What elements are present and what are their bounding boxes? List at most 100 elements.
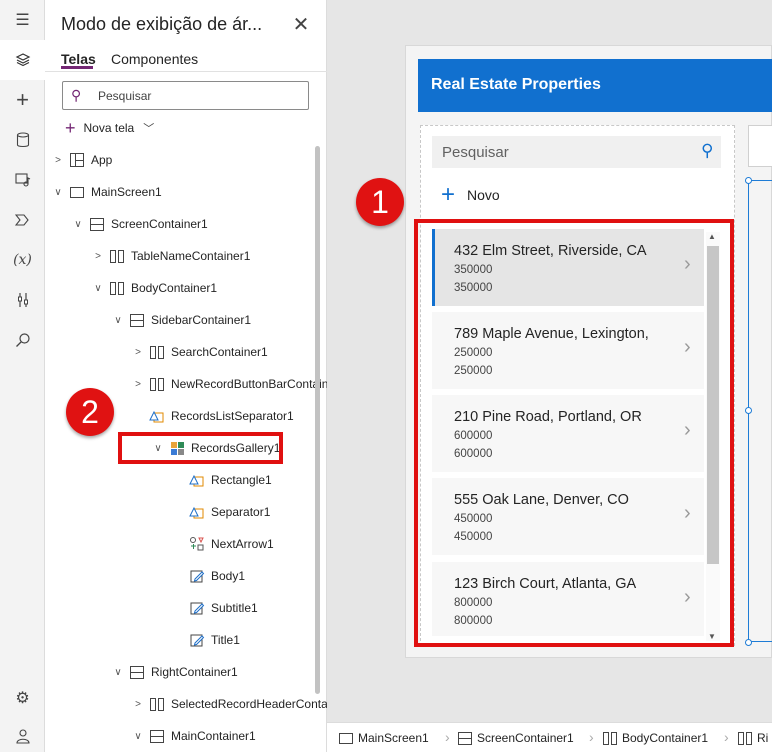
breadcrumb-label: ScreenContainer1 bbox=[477, 731, 574, 745]
breadcrumb: MainScreen1 › ScreenContainer1 › BodyCon… bbox=[327, 722, 772, 752]
tree-node-recordslistseparator[interactable]: RecordsListSeparator1 bbox=[131, 404, 294, 428]
tree-node-newrecordbuttonbar[interactable]: > NewRecordButtonBarContain bbox=[131, 372, 328, 396]
tree-view-panel: Modo de exibição de ár... ✕ Telas Compon… bbox=[45, 0, 328, 752]
search-placeholder: Pesquisar bbox=[98, 89, 152, 103]
horizontal-container-icon bbox=[89, 216, 105, 232]
chevron-right-icon[interactable]: > bbox=[131, 379, 145, 390]
breadcrumb-item[interactable]: MainScreen1 bbox=[339, 723, 429, 752]
node-label: RightContainer1 bbox=[151, 665, 238, 679]
tree-node-rightcontainer[interactable]: ∨ RightContainer1 bbox=[111, 660, 238, 684]
resize-handle[interactable] bbox=[745, 639, 752, 646]
vertical-container-icon bbox=[603, 731, 617, 745]
node-label: NextArrow1 bbox=[211, 537, 274, 551]
search-icon[interactable] bbox=[0, 320, 45, 360]
tree-node-bodycontainer[interactable]: ∨ BodyContainer1 bbox=[91, 276, 217, 300]
vertical-container-icon bbox=[149, 376, 165, 392]
app-header-title: Real Estate Properties bbox=[431, 76, 601, 93]
app-search-input[interactable]: Pesquisar ⚲ bbox=[432, 136, 721, 168]
node-label: Body1 bbox=[211, 569, 246, 583]
tree-search-input[interactable]: ⚲ Pesquisar bbox=[62, 81, 309, 110]
chevron-down-icon[interactable]: ∨ bbox=[71, 219, 85, 230]
vertical-container-icon bbox=[149, 696, 165, 712]
tree-node-separator[interactable]: Separator1 bbox=[171, 500, 270, 524]
edit-label-icon bbox=[189, 568, 205, 584]
plus-icon[interactable]: + bbox=[0, 80, 45, 120]
horizontal-container-icon bbox=[149, 728, 165, 744]
node-label: SidebarContainer1 bbox=[151, 313, 252, 327]
account-icon[interactable] bbox=[0, 716, 45, 752]
tree-node-sidebarcontainer[interactable]: ∨ SidebarContainer1 bbox=[111, 308, 251, 332]
tree-node-selectedrecordheader[interactable]: > SelectedRecordHeaderConta bbox=[131, 692, 328, 716]
tree-node-body[interactable]: Body1 bbox=[171, 564, 245, 588]
chevron-down-icon[interactable]: ∨ bbox=[111, 315, 125, 326]
node-label: MainContainer1 bbox=[171, 729, 256, 743]
chevron-right-icon: › bbox=[445, 729, 450, 745]
vertical-container-icon bbox=[738, 731, 752, 745]
shape-icon bbox=[189, 504, 205, 520]
screen-icon bbox=[339, 732, 353, 744]
tree-node-title[interactable]: Title1 bbox=[171, 628, 240, 652]
callout-badge-1: 1 bbox=[356, 178, 404, 226]
close-icon[interactable]: ✕ bbox=[291, 12, 311, 36]
new-record-label: Novo bbox=[467, 187, 500, 203]
node-label: TableNameContainer1 bbox=[131, 249, 251, 263]
tree-node-app[interactable]: > App bbox=[51, 148, 112, 172]
tree-node-rectangle[interactable]: Rectangle1 bbox=[171, 468, 272, 492]
tree-node-searchcontainer[interactable]: > SearchContainer1 bbox=[131, 340, 268, 364]
chevron-down-icon[interactable]: ∨ bbox=[51, 187, 65, 198]
breadcrumb-label: Ri bbox=[757, 731, 769, 745]
search-icon[interactable]: ⚲ bbox=[701, 141, 713, 161]
resize-handle[interactable] bbox=[745, 407, 752, 414]
chevron-down-icon[interactable]: ∨ bbox=[111, 667, 125, 678]
left-rail: ☰ + (x) ⚙ bbox=[0, 0, 45, 752]
icon-control-icon bbox=[189, 536, 205, 552]
node-label: App bbox=[91, 153, 113, 167]
tree-scrollbar[interactable] bbox=[315, 146, 320, 694]
panel-title: Modo de exibição de ár... bbox=[61, 14, 263, 34]
tree-node-mainscreen[interactable]: ∨ MainScreen1 bbox=[51, 180, 161, 204]
chevron-right-icon[interactable]: > bbox=[91, 251, 105, 262]
node-label: ScreenContainer1 bbox=[111, 217, 208, 231]
chevron-down-icon[interactable]: ﹀ bbox=[143, 120, 154, 136]
media-icon[interactable] bbox=[0, 160, 45, 200]
search-placeholder: Pesquisar bbox=[442, 144, 509, 161]
tab-screens[interactable]: Telas bbox=[61, 51, 96, 67]
edit-label-icon bbox=[189, 600, 205, 616]
vertical-container-icon bbox=[109, 280, 125, 296]
hamburger-icon[interactable]: ☰ bbox=[0, 0, 45, 40]
node-label: Subtitle1 bbox=[211, 601, 258, 615]
callout-badge-2: 2 bbox=[66, 388, 114, 436]
variable-icon[interactable]: (x) bbox=[0, 240, 45, 280]
chevron-right-icon[interactable]: > bbox=[131, 699, 145, 710]
node-label: RecordsListSeparator1 bbox=[171, 409, 294, 423]
tools-icon[interactable] bbox=[0, 280, 45, 320]
settings-icon[interactable]: ⚙ bbox=[0, 678, 45, 718]
breadcrumb-item[interactable]: ScreenContainer1 bbox=[458, 723, 574, 752]
tree-node-screencontainer[interactable]: ∨ ScreenContainer1 bbox=[71, 212, 208, 236]
vertical-container-icon bbox=[109, 248, 125, 264]
breadcrumb-label: MainScreen1 bbox=[358, 731, 429, 745]
tab-components[interactable]: Componentes bbox=[111, 51, 198, 67]
app-icon bbox=[69, 152, 85, 168]
chevron-right-icon[interactable]: > bbox=[131, 347, 145, 358]
chevron-right-icon[interactable]: > bbox=[51, 155, 65, 166]
database-icon[interactable] bbox=[0, 120, 45, 160]
edit-label-icon bbox=[189, 632, 205, 648]
node-label: BodyContainer1 bbox=[131, 281, 218, 295]
horizontal-container-icon bbox=[458, 731, 472, 745]
chevron-down-icon[interactable]: ∨ bbox=[131, 731, 145, 742]
chevron-down-icon[interactable]: ∨ bbox=[91, 283, 105, 294]
tree-node-nextarrow[interactable]: NextArrow1 bbox=[171, 532, 274, 556]
new-record-button[interactable]: + Novo bbox=[441, 183, 500, 207]
resize-handle[interactable] bbox=[745, 177, 752, 184]
new-screen-button[interactable]: + Nova tela ﹀ bbox=[65, 118, 154, 138]
active-tab-indicator bbox=[61, 66, 93, 69]
layers-icon[interactable] bbox=[0, 40, 45, 80]
horizontal-container-icon bbox=[129, 664, 145, 680]
tree-node-tablenamecontainer[interactable]: > TableNameContainer1 bbox=[91, 244, 250, 268]
breadcrumb-item[interactable]: BodyContainer1 bbox=[603, 723, 708, 752]
flow-icon[interactable] bbox=[0, 200, 45, 240]
breadcrumb-item[interactable]: Ri bbox=[738, 723, 768, 752]
tree-node-subtitle[interactable]: Subtitle1 bbox=[171, 596, 258, 620]
tree-node-maincontainer[interactable]: ∨ MainContainer1 bbox=[131, 724, 256, 748]
